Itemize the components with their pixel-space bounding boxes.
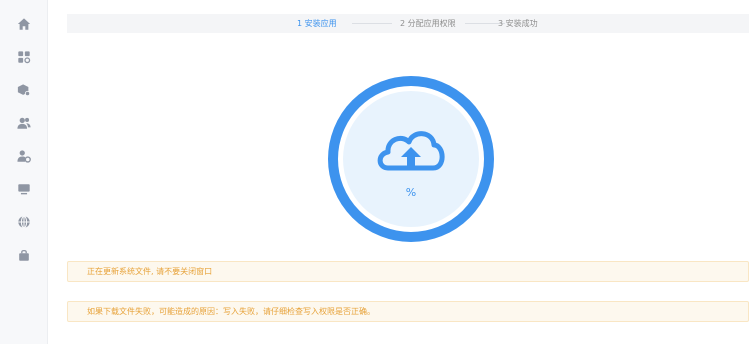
shopping-bag-icon [19, 249, 29, 261]
install-steps: 1 安装应用 2 分配应用权限 3 安装成功 [67, 14, 749, 33]
shield-cube-icon [17, 84, 31, 97]
sidebar-item-security[interactable] [0, 75, 48, 105]
step-install-success[interactable]: 3 安装成功 [498, 14, 538, 33]
failure-hint-notice: 如果下载文件失败，可能造成的原因：写入失败，请仔细检查写入权限是否正确。 [67, 301, 749, 322]
main-content: 1 安装应用 2 分配应用权限 3 安装成功 % 正在更新系统文件, 请不要关闭… [48, 0, 749, 344]
install-progress: % [316, 76, 506, 242]
apps-grid-icon [18, 51, 31, 64]
updating-notice: 正在更新系统文件, 请不要关闭窗口 [67, 261, 749, 282]
home-icon [17, 18, 31, 30]
user-settings-icon [17, 150, 31, 163]
step-connector [352, 23, 392, 24]
globe-icon [18, 215, 30, 229]
sidebar-item-users[interactable] [0, 108, 48, 138]
progress-percent: % [405, 186, 417, 199]
progress-ring [328, 76, 494, 242]
sidebar-item-globe[interactable] [0, 207, 48, 237]
sidebar-item-user-settings[interactable] [0, 141, 48, 171]
step-install-app[interactable]: 1 安装应用 [297, 14, 337, 33]
sidebar [0, 0, 48, 344]
sidebar-item-monitor[interactable] [0, 174, 48, 204]
sidebar-item-apps[interactable] [0, 42, 48, 72]
monitor-icon [18, 184, 30, 195]
sidebar-item-shop[interactable] [0, 240, 48, 270]
sidebar-item-home[interactable] [0, 9, 48, 39]
users-icon [17, 117, 31, 129]
step-assign-permissions[interactable]: 2 分配应用权限 [400, 14, 456, 33]
